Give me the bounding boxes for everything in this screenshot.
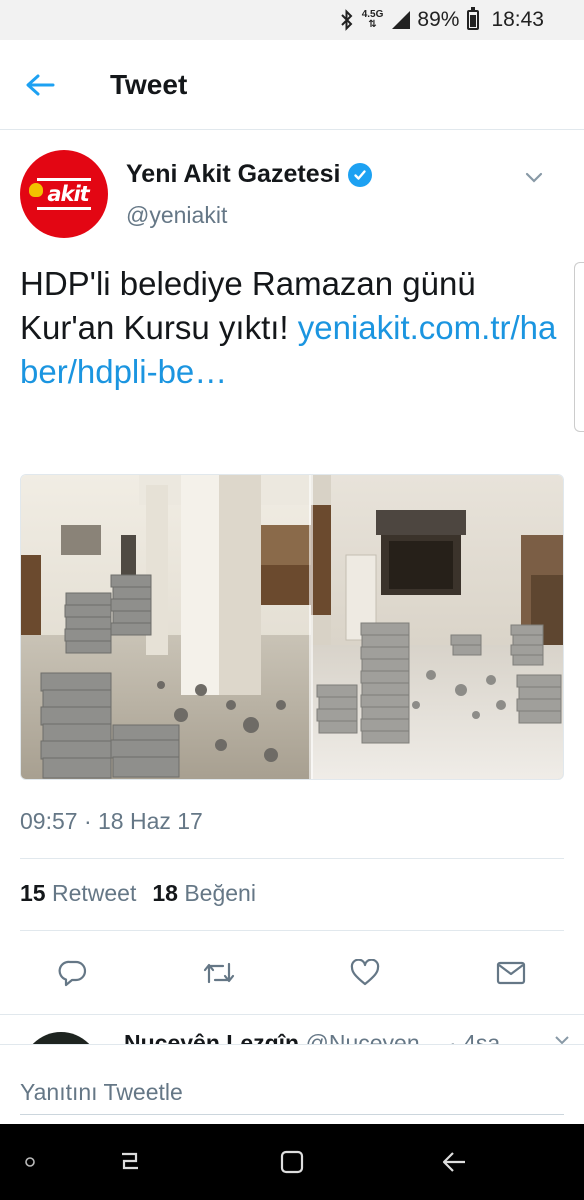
reply-icon bbox=[58, 960, 87, 987]
app-header: Tweet bbox=[0, 40, 584, 130]
retweet-count: 15 bbox=[20, 880, 46, 906]
network-arrows-icon: ⇅ bbox=[368, 19, 377, 30]
page-title: Tweet bbox=[110, 68, 188, 100]
back-arrow-icon bbox=[442, 1152, 465, 1172]
retweet-count-link[interactable]: 15 Retweet bbox=[20, 880, 136, 907]
home-icon bbox=[280, 1150, 304, 1174]
system-nav-bar bbox=[0, 1124, 584, 1200]
reply-composer bbox=[0, 1044, 584, 1124]
screen: 4.5G ⇅ 89% 18:43 Tweet akit Yeni Akit Ga… bbox=[0, 0, 584, 1200]
reply-input[interactable] bbox=[20, 1061, 564, 1115]
recent-apps-button[interactable] bbox=[110, 1142, 150, 1182]
verified-badge-icon bbox=[348, 162, 373, 187]
like-icon bbox=[350, 959, 380, 986]
retweet-button[interactable] bbox=[194, 948, 244, 998]
retweet-icon bbox=[203, 962, 235, 984]
avatar[interactable]: akit bbox=[20, 150, 108, 238]
author-display-name: Yeni Akit Gazetesi bbox=[126, 160, 341, 188]
like-button[interactable] bbox=[340, 948, 390, 998]
battery-icon bbox=[467, 7, 480, 30]
tweet-photo[interactable] bbox=[20, 474, 564, 780]
divider bbox=[20, 858, 564, 859]
home-button[interactable] bbox=[272, 1142, 312, 1182]
signal-icon bbox=[391, 10, 411, 30]
tweet-menu-button[interactable] bbox=[514, 158, 554, 198]
divider bbox=[20, 930, 564, 931]
retweet-label: Retweet bbox=[51, 880, 137, 906]
clock: 18:43 bbox=[491, 8, 544, 31]
tweet-stats: 15 Retweet 18 Beğeni bbox=[20, 880, 256, 907]
nav-dot-icon bbox=[10, 1142, 50, 1182]
battery-percent: 89% bbox=[417, 8, 460, 31]
tweet-author: akit Yeni Akit Gazetesi @yeniakit bbox=[20, 150, 564, 240]
author-name[interactable]: Yeni Akit Gazetesi bbox=[126, 160, 373, 189]
tweet-text: HDP'li belediye Ramazan günü Kur'an Kurs… bbox=[20, 262, 560, 394]
scrollbar-thumb[interactable] bbox=[574, 262, 584, 432]
nav-back-button[interactable] bbox=[434, 1142, 474, 1182]
like-count-link[interactable]: 18 Beğeni bbox=[152, 880, 256, 907]
author-handle[interactable]: @yeniakit bbox=[126, 202, 227, 229]
status-bar: 4.5G ⇅ 89% 18:43 bbox=[0, 0, 584, 40]
chevron-down-icon bbox=[525, 172, 543, 183]
divider bbox=[0, 1014, 584, 1015]
back-button[interactable] bbox=[0, 40, 80, 130]
network-indicator: 4.5G ⇅ bbox=[362, 10, 384, 30]
direct-message-icon bbox=[496, 961, 526, 985]
photo-content bbox=[21, 475, 563, 779]
reply-button[interactable] bbox=[48, 948, 98, 998]
avatar-logo: akit bbox=[29, 178, 91, 210]
like-label: Beğeni bbox=[184, 880, 256, 906]
arrow-left-icon bbox=[26, 74, 55, 95]
tweet-timestamp: 09:57 · 18 Haz 17 bbox=[20, 808, 203, 834]
recent-apps-icon bbox=[122, 1152, 138, 1170]
direct-message-button[interactable] bbox=[486, 948, 536, 998]
like-count: 18 bbox=[152, 880, 178, 906]
tweet-actions bbox=[0, 948, 584, 998]
bluetooth-icon bbox=[340, 9, 354, 31]
